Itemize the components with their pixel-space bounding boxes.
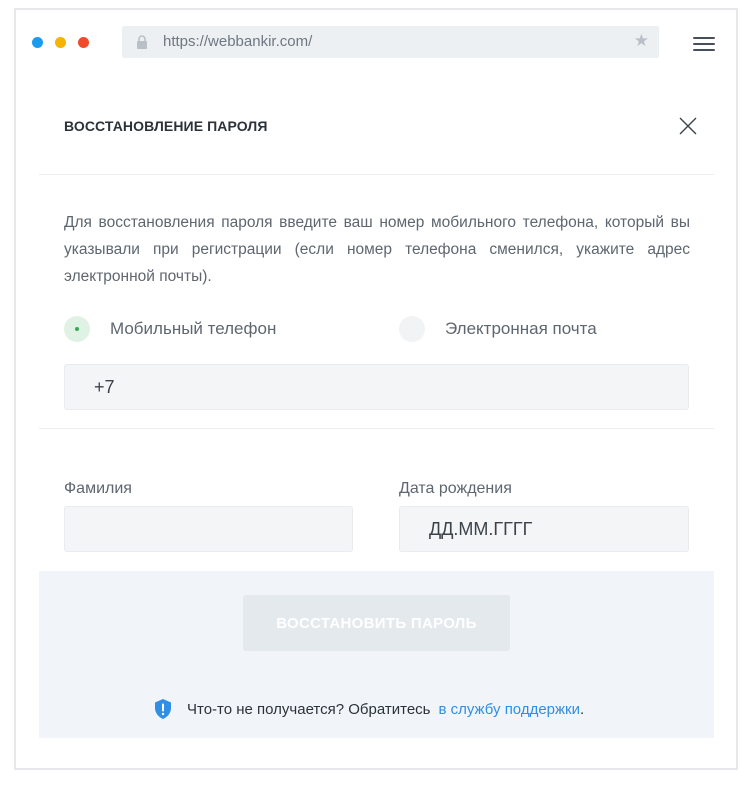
radio-label: Мобильный телефон xyxy=(110,319,277,338)
browser-window: https://webbankir.com/ ★ ВОССТАНОВЛЕНИЕ … xyxy=(14,8,738,770)
radio-label: Электронная почта xyxy=(445,319,597,338)
window-dot-blue[interactable] xyxy=(32,37,43,48)
modal-footer: ВОССТАНОВИТЬ ПАРОЛЬ Что-то не получается… xyxy=(39,571,714,738)
radio-mobile-phone[interactable]: Мобильный телефон xyxy=(64,316,276,342)
divider xyxy=(39,174,714,175)
radio-email[interactable]: Электронная почта xyxy=(399,316,597,342)
hamburger-menu-icon[interactable] xyxy=(693,35,715,51)
restore-password-button[interactable]: ВОССТАНОВИТЬ ПАРОЛЬ xyxy=(243,595,510,651)
window-dot-yellow[interactable] xyxy=(55,37,66,48)
modal-title: ВОССТАНОВЛЕНИЕ ПАРОЛЯ xyxy=(64,118,268,134)
lastname-label: Фамилия xyxy=(64,480,132,497)
lock-icon xyxy=(137,35,147,49)
support-link[interactable]: в службу поддержки xyxy=(439,701,581,718)
lastname-input[interactable] xyxy=(64,506,353,552)
browser-chrome: https://webbankir.com/ ★ xyxy=(16,10,736,74)
url-text[interactable]: https://webbankir.com/ xyxy=(163,33,312,50)
window-dot-red[interactable] xyxy=(78,37,89,48)
close-icon[interactable] xyxy=(678,116,698,136)
birthdate-input[interactable]: ДД.ММ.ГГГГ xyxy=(399,506,689,552)
help-suffix: . xyxy=(580,700,585,718)
divider xyxy=(39,428,714,429)
radio-unchecked-icon[interactable] xyxy=(399,316,425,342)
help-text: Что-то не получается? Обратитесь xyxy=(187,700,431,718)
modal-description: Для восстановления пароля введите ваш но… xyxy=(64,214,690,285)
info-shield-icon xyxy=(155,699,171,719)
address-bar[interactable]: https://webbankir.com/ ★ xyxy=(122,26,659,58)
radio-checked-icon[interactable] xyxy=(64,316,90,342)
help-row: Что-то не получается? Обратитесь в служб… xyxy=(153,698,584,720)
bookmark-star-icon[interactable]: ★ xyxy=(634,31,649,51)
phone-input[interactable]: +7 xyxy=(64,364,689,410)
birthdate-label: Дата рождения xyxy=(399,480,512,497)
